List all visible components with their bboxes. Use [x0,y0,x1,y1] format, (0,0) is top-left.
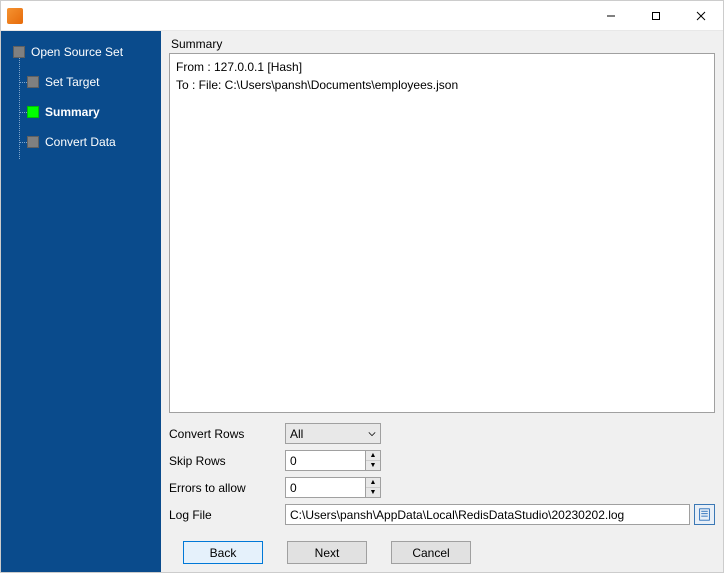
errors-input[interactable] [285,477,365,498]
maximize-button[interactable] [633,1,678,30]
content-pane: Summary From : 127.0.0.1 [Hash] To : Fil… [161,31,723,572]
sidebar-item-label: Convert Data [45,135,116,149]
minimize-button[interactable] [588,1,633,30]
file-icon [698,508,711,521]
back-button[interactable]: Back [183,541,263,564]
log-file-input[interactable] [285,504,690,525]
errors-down[interactable]: ▼ [366,488,380,497]
skip-rows-spinner[interactable]: ▲ ▼ [285,450,381,471]
summary-textbox[interactable]: From : 127.0.0.1 [Hash] To : File: C:\Us… [169,53,715,413]
step-indicator-icon [13,46,25,58]
step-indicator-icon [27,76,39,88]
step-indicator-icon [27,106,39,118]
cancel-button[interactable]: Cancel [391,541,471,564]
skip-rows-up[interactable]: ▲ [366,451,380,461]
log-file-label: Log File [169,508,285,522]
next-button[interactable]: Next [287,541,367,564]
convert-rows-value: All [290,427,303,441]
sidebar-item-label: Summary [45,105,100,119]
errors-spinner[interactable]: ▲ ▼ [285,477,381,498]
chevron-down-icon [368,427,376,441]
sidebar-item-summary[interactable]: Summary [1,97,161,127]
browse-log-button[interactable] [694,504,715,525]
skip-rows-input[interactable] [285,450,365,471]
sidebar-item-set-target[interactable]: Set Target [1,67,161,97]
wizard-sidebar: Open Source Set Set Target Summary Convert … [1,31,161,572]
close-button[interactable] [678,1,723,30]
convert-rows-select[interactable]: All [285,423,381,444]
skip-rows-down[interactable]: ▼ [366,461,380,470]
sidebar-item-label: Open Source Set [31,45,123,59]
sidebar-item-open-source-set[interactable]: Open Source Set [1,37,161,67]
errors-up[interactable]: ▲ [366,478,380,488]
step-indicator-icon [27,136,39,148]
titlebar [1,1,723,31]
skip-rows-label: Skip Rows [169,454,285,468]
errors-label: Errors to allow [169,481,285,495]
sidebar-item-label: Set Target [45,75,99,89]
app-icon [7,8,23,24]
sidebar-item-convert-data[interactable]: Convert Data [1,127,161,157]
section-title: Summary [169,37,715,51]
convert-rows-label: Convert Rows [169,427,285,441]
